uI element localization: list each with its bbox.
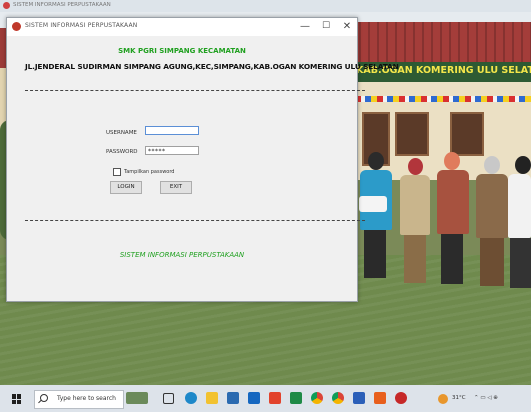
footer-title: SISTEM INFORMASI PERPUSTAKAAN [119, 251, 245, 259]
file-explorer-icon[interactable] [206, 392, 218, 404]
school-address: JL.JENDERAL SUDIRMAN SIMPANG AGUNG,KEC,S… [25, 62, 399, 71]
login-window: SISTEM INFORMASI PERPUSTAKAAN — ☐ ✕ SMK … [6, 17, 399, 302]
password-label: PASSWORD [106, 149, 138, 155]
word-icon[interactable] [353, 392, 365, 404]
store-icon[interactable] [227, 392, 239, 404]
system-tray-icons[interactable]: ⌃ ▭ ◁ ⊕ [474, 395, 498, 401]
office-icon[interactable] [269, 392, 281, 404]
search-placeholder: Type here to search [57, 395, 116, 402]
minimize-button[interactable]: — [296, 19, 314, 34]
mail-icon[interactable] [248, 392, 260, 404]
excel-icon[interactable] [290, 392, 302, 404]
window-title: SISTEM INFORMASI PERPUSTAKAAN [25, 22, 138, 29]
chrome-icon[interactable] [311, 392, 323, 404]
weather-icon[interactable] [126, 392, 148, 404]
task-view-icon[interactable] [163, 393, 174, 404]
exit-button[interactable]: EXIT [160, 181, 192, 194]
weather-tray-icon[interactable] [438, 394, 448, 404]
taskbar: Type here to search 31°C ⌃ ▭ ◁ ⊕ [0, 385, 531, 412]
school-name: SMK PGRI SIMPANG KECAMATAN [118, 47, 246, 55]
chrome-icon[interactable] [332, 392, 344, 404]
vlc-icon[interactable] [374, 392, 386, 404]
search-icon [40, 394, 48, 402]
password-input[interactable]: ***** [145, 146, 199, 155]
show-password-checkbox[interactable]: Tampilkan password [113, 168, 174, 176]
tray-temperature: 31°C [452, 395, 466, 401]
edge-icon[interactable] [185, 392, 197, 404]
title-bar[interactable]: SISTEM INFORMASI PERPUSTAKAAN — ☐ ✕ [7, 18, 357, 36]
checkbox-box[interactable] [113, 168, 121, 176]
username-input[interactable] [145, 126, 199, 135]
maximize-button[interactable]: ☐ [317, 19, 335, 34]
windows-start-icon[interactable] [12, 394, 22, 404]
show-password-label: Tampilkan password [124, 169, 175, 175]
app-icon [3, 2, 10, 9]
background-window-caption: SISTEM INFORMASI PERPUSTAKAAN [0, 0, 531, 12]
close-button[interactable]: ✕ [338, 19, 356, 34]
app-icon [12, 22, 21, 31]
taskbar-search-box[interactable]: Type here to search [34, 390, 124, 409]
dashed-divider [25, 220, 365, 221]
dashed-divider [25, 90, 365, 91]
login-button[interactable]: LOGIN [110, 181, 142, 194]
username-label: USERNAME [106, 130, 137, 136]
app-icon[interactable] [395, 392, 407, 404]
